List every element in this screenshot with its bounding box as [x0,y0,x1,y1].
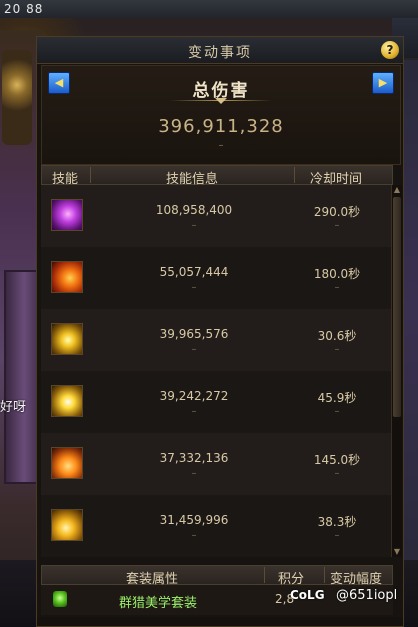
scroll-down-arrow-icon[interactable]: ▼ [392,547,402,557]
skill-table-header: 技能 技能信息 冷却时间 [41,165,393,187]
total-damage-change: – [218,140,224,151]
skill-cooldown: 180.0秒 [313,267,361,281]
green-set-icon [53,591,67,607]
skill-list: 108,958,400 – 290.0秒 – 55,057,444 – 180.… [41,185,391,557]
column-divider [264,567,265,583]
skill-cooldown-change: – [334,282,340,293]
skill-row[interactable]: 108,958,400 – 290.0秒 – [41,185,391,247]
column-divider [90,167,91,183]
skill-row[interactable]: 31,459,996 – 38.3秒 – [41,495,391,557]
skill-cooldown: 45.9秒 [317,391,357,405]
change-items-panel: 变动事项 ? ◀ ▶ 总伤害 396,911,328 – 技能 技能信息 冷却时… [36,36,404,627]
top-bar-numbers: 20 88 [4,2,44,16]
skill-cooldown-change: – [334,530,340,541]
column-divider [294,167,295,183]
star-burst-skill-icon[interactable] [51,385,83,417]
background-ornament [2,50,32,145]
lightning-burst-skill-icon[interactable] [51,323,83,355]
skill-cooldown-change: – [334,468,340,479]
skill-row[interactable]: 39,965,576 – 30.6秒 – [41,309,391,371]
background-right-edge [404,60,418,560]
watermark-handle: @651iopl [336,588,398,603]
total-damage-value: 396,911,328 [158,116,284,137]
skill-damage: 39,965,576 [159,327,229,341]
skill-cooldown: 38.3秒 [317,515,357,529]
scrollbar-thumb[interactable] [393,197,401,417]
skill-cooldown-change: – [334,344,340,355]
skill-row[interactable]: 55,057,444 – 180.0秒 – [41,247,391,309]
watermark: CoLG @651iopl [290,586,418,608]
scroll-up-arrow-icon[interactable]: ▲ [392,185,402,195]
skill-damage: 55,057,444 [159,265,229,279]
set-table-header: 套装属性 积分 变动幅度 [41,565,393,587]
skill-list-scrollbar[interactable]: ▲ ▼ [391,185,402,557]
panel-title: 变动事项 [188,45,252,61]
skill-cooldown: 290.0秒 [313,205,361,219]
skill-damage-change: – [191,468,197,479]
skill-damage: 31,459,996 [159,513,229,527]
game-top-bar: 20 88 [0,0,418,18]
skill-damage: 39,242,272 [159,389,229,403]
skill-row[interactable]: 39,242,272 – 45.9秒 – [41,371,391,433]
skill-damage-change: – [191,282,197,293]
fire-beast-skill-icon[interactable] [51,261,83,293]
skill-damage: 108,958,400 [155,203,233,217]
skill-cooldown: 145.0秒 [313,453,361,467]
golden-slash-skill-icon[interactable] [51,509,83,541]
purple-demon-skill-icon[interactable] [51,199,83,231]
skill-damage-change: – [191,530,197,541]
set-name: 群猎美学套装 [119,596,198,611]
column-divider [324,567,325,583]
total-damage-header: ◀ ▶ 总伤害 396,911,328 – [41,65,401,165]
title-notch-icon [215,98,227,104]
skill-damage-change: – [191,406,197,417]
skill-cooldown: 30.6秒 [317,329,357,343]
skill-row[interactable]: 37,332,136 – 145.0秒 – [41,433,391,495]
skill-damage-change: – [191,344,197,355]
skill-damage: 37,332,136 [159,451,229,465]
background-chat-text: 好呀 [0,400,27,415]
flame-claw-skill-icon[interactable] [51,447,83,479]
skill-cooldown-change: – [334,406,340,417]
skill-damage-change: – [191,220,197,231]
panel-footer [37,617,403,626]
colg-logo: CoLG [290,588,325,602]
skill-cooldown-change: – [334,220,340,231]
panel-title-bar[interactable]: 变动事项 ? [37,37,403,64]
help-button[interactable]: ? [381,41,399,59]
